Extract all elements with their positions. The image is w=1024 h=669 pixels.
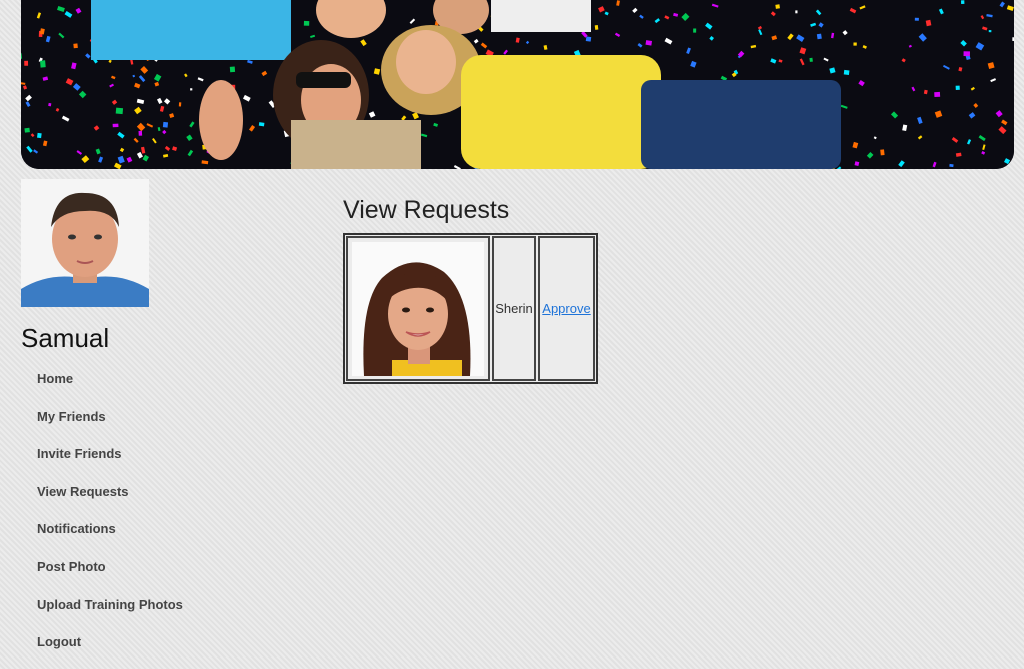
requester-name: Sherin <box>492 236 536 381</box>
nav-item-home[interactable]: Home <box>37 368 183 406</box>
profile-avatar <box>21 179 149 307</box>
requester-photo <box>352 242 484 376</box>
approve-cell: Approve <box>538 236 595 381</box>
profile-name: Samual <box>21 322 109 354</box>
sidebar-nav: Home My Friends Invite Friends View Requ… <box>37 368 183 669</box>
request-photo-cell <box>346 236 490 381</box>
nav-item-view-requests[interactable]: View Requests <box>37 481 183 519</box>
nav-item-notifications[interactable]: Notifications <box>37 518 183 556</box>
nav-item-post-photo[interactable]: Post Photo <box>37 556 183 594</box>
nav-item-upload-training-photos[interactable]: Upload Training Photos <box>37 594 183 632</box>
nav-item-invite-friends[interactable]: Invite Friends <box>37 443 183 481</box>
nav-item-my-friends[interactable]: My Friends <box>37 406 183 444</box>
nav-item-logout[interactable]: Logout <box>37 631 183 669</box>
header-banner <box>21 0 1014 169</box>
banner-image <box>21 0 1014 169</box>
approve-link[interactable]: Approve <box>542 301 590 316</box>
requests-table: Sherin Approve <box>343 233 598 384</box>
page-title: View Requests <box>343 194 509 226</box>
